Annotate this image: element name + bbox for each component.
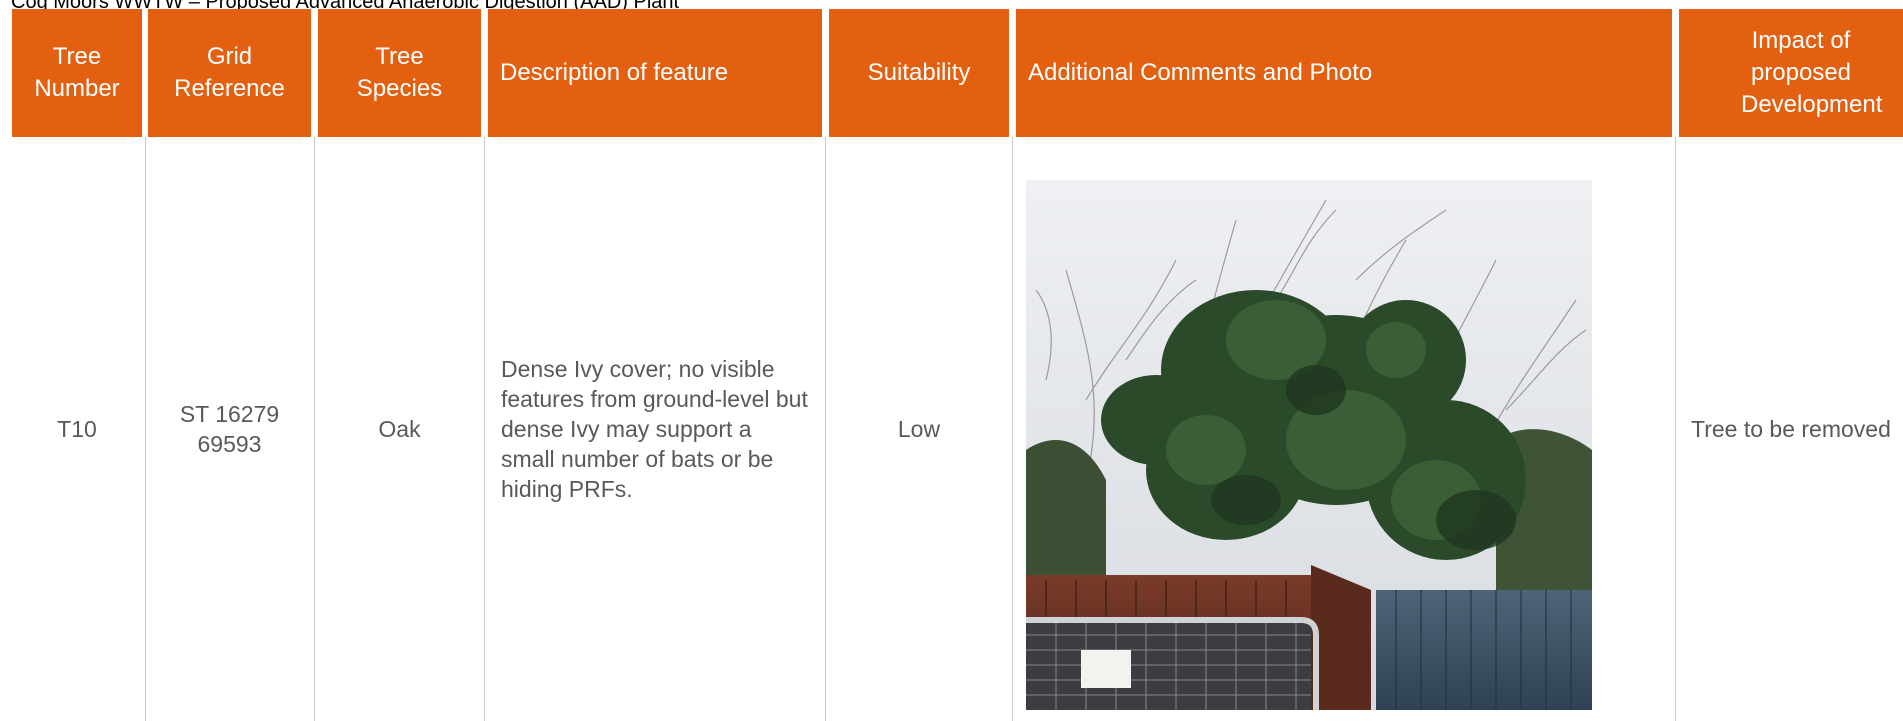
impact-value: Tree to be removed [1691,416,1891,442]
header-tree-number: Tree Number [12,9,142,137]
cell-tree-number: T10 [12,137,142,721]
header-comments-label: Additional Comments and Photo [1028,59,1373,86]
header-impact-line3: Development [1741,91,1883,118]
grid-reference-line1: ST 16279 [179,401,280,427]
header-comments: Additional Comments and Photo [1016,9,1672,137]
header-tree-number-line1: Tree [52,43,102,70]
header-impact-line1: Impact of [1751,27,1851,54]
cell-grid-reference: ST 16279 69593 [148,137,311,721]
header-impact: Impact of proposed Development [1679,9,1903,137]
column-divider [314,137,315,721]
header-description-label: Description of feature [500,59,729,86]
grid-reference-line2: 69593 [197,431,262,457]
header-suitability-label: Suitability [867,59,971,86]
column-tree-species: Tree Species Oak [318,9,481,721]
header-grid-reference: Grid Reference [148,9,311,137]
column-divider [484,137,485,721]
header-tree-number-line2: Number [34,75,120,102]
cell-suitability: Low [829,137,1009,721]
tree-photo [1026,180,1592,710]
tree-number-value: T10 [57,416,97,442]
header-description: Description of feature [488,9,822,137]
header-suitability: Suitability [829,9,1009,137]
column-divider [1675,137,1676,721]
column-divider [825,137,826,721]
header-tree-species-line1: Tree [375,43,424,70]
column-suitability: Suitability Low [829,9,1009,721]
header-tree-species-line2: Species [356,75,443,102]
tree-species-value: Oak [378,416,421,442]
header-tree-species: Tree Species [318,9,481,137]
description-value: Dense Ivy cover; no visible features fro… [501,356,808,502]
column-divider [145,137,146,721]
cell-description: Dense Ivy cover; no visible features fro… [488,137,822,721]
column-impact: Impact of proposed Development Tree to b… [1679,9,1903,721]
column-tree-number: Tree Number T10 [12,9,142,721]
column-description: Description of feature Dense Ivy cover; … [488,9,822,721]
cell-impact: Tree to be removed [1679,137,1903,721]
cell-tree-species: Oak [318,137,481,721]
column-grid-reference: Grid Reference ST 16279 69593 [148,9,311,721]
column-divider [1012,137,1013,721]
suitability-value: Low [897,416,941,442]
header-grid-reference-line2: Reference [174,75,285,102]
header-grid-reference-line1: Grid [206,43,253,70]
header-impact-line2: proposed [1750,59,1852,86]
